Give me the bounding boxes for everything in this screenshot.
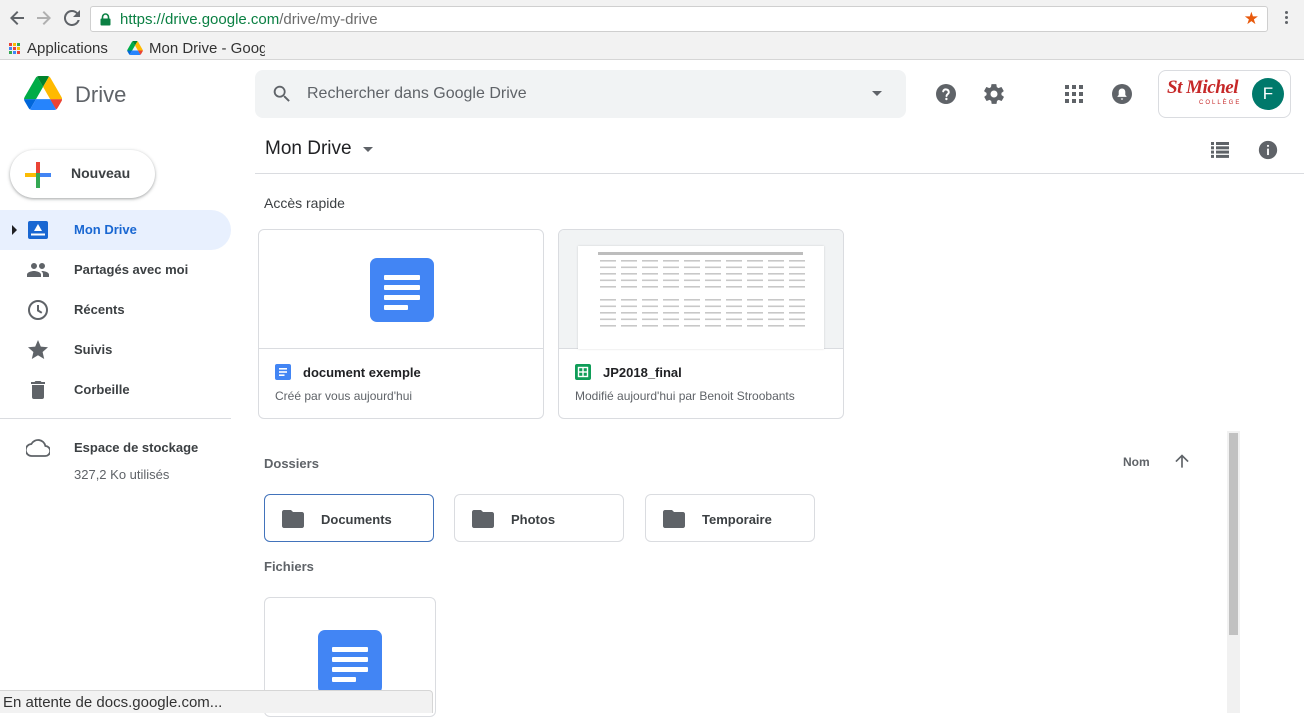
sidebar-item-label: Partagés avec moi xyxy=(74,262,189,277)
bookmark-star-icon[interactable]: ★ xyxy=(1244,10,1259,28)
sidebar-item-shared-with-me[interactable]: Partagés avec moi xyxy=(0,250,231,290)
help-icon[interactable] xyxy=(934,82,958,106)
apps-grid-icon xyxy=(9,42,20,54)
star-icon xyxy=(26,338,50,362)
sidebar-item-label: Corbeille xyxy=(74,382,130,397)
browser-status-bar: En attente de docs.google.com... xyxy=(0,690,433,713)
sidebar-item-recent[interactable]: Récents xyxy=(0,290,231,330)
bookmark-label: Mon Drive - Goog xyxy=(149,39,265,57)
storage-used: 327,2 Ko utilisés xyxy=(74,467,170,482)
new-button-label: Nouveau xyxy=(71,165,131,181)
drive-favicon-icon xyxy=(127,41,143,55)
sidebar-item-label: Mon Drive xyxy=(74,222,137,237)
scrollbar[interactable] xyxy=(1227,431,1240,713)
notifications-bell-icon[interactable] xyxy=(1110,82,1134,106)
browser-toolbar: https://drive.google.com/drive/my-drive … xyxy=(0,0,1304,36)
plus-icon xyxy=(25,162,51,193)
shared-people-icon xyxy=(26,258,50,282)
folder-item-documents[interactable]: Documents xyxy=(264,494,434,542)
sidebar-item-label: Récents xyxy=(74,302,125,317)
google-docs-large-icon xyxy=(370,258,434,322)
app-name[interactable]: Drive xyxy=(75,82,126,108)
info-icon[interactable] xyxy=(1256,138,1280,162)
url-host: https://drive.google.com xyxy=(120,11,280,28)
bookmark-label: Applications xyxy=(27,39,108,57)
lock-icon xyxy=(100,13,111,31)
folder-icon xyxy=(282,510,304,533)
folder-icon xyxy=(472,510,494,533)
folder-name: Temporaire xyxy=(702,512,772,527)
google-sheets-icon xyxy=(575,364,591,385)
organization-logo: St Michel xyxy=(1167,77,1238,98)
file-name: document exemple xyxy=(303,365,421,380)
folder-icon xyxy=(663,510,685,533)
url-path: /drive/my-drive xyxy=(279,11,378,28)
card-thumbnail xyxy=(559,230,843,349)
trash-icon xyxy=(26,378,50,402)
list-view-icon[interactable] xyxy=(1208,138,1232,162)
google-docs-large-icon xyxy=(318,630,382,694)
sort-by-name[interactable]: Nom xyxy=(1123,455,1150,469)
avatar[interactable]: F xyxy=(1252,78,1284,110)
section-label-quick-access: Accès rapide xyxy=(264,195,345,211)
folder-name: Documents xyxy=(321,512,392,527)
reload-icon[interactable] xyxy=(62,8,82,28)
organization-logo-subtitle: COLLÈGE xyxy=(1199,100,1242,106)
sidebar-item-my-drive[interactable]: Mon Drive xyxy=(0,210,231,250)
spreadsheet-preview-grid xyxy=(598,252,805,327)
sidebar-item-trash[interactable]: Corbeille xyxy=(0,370,231,410)
page-title-text: Mon Drive xyxy=(265,138,352,159)
folder-item-photos[interactable]: Photos xyxy=(454,494,624,542)
clock-icon xyxy=(26,298,50,322)
google-apps-grid-icon[interactable] xyxy=(1062,82,1086,106)
account-switcher[interactable]: St Michel COLLÈGE F xyxy=(1158,70,1291,118)
settings-gear-icon[interactable] xyxy=(982,82,1006,106)
card-thumbnail xyxy=(259,230,543,349)
back-arrow-icon[interactable] xyxy=(7,8,27,28)
expand-arrow-icon[interactable] xyxy=(12,225,17,235)
sidebar-item-starred[interactable]: Suivis xyxy=(0,330,231,370)
spreadsheet-preview xyxy=(578,246,824,349)
drive-logo-icon[interactable] xyxy=(24,76,63,115)
my-drive-icon xyxy=(26,218,50,242)
folder-item-temporaire[interactable]: Temporaire xyxy=(645,494,815,542)
new-button[interactable]: Nouveau xyxy=(10,150,155,198)
scrollbar-thumb[interactable] xyxy=(1229,433,1238,635)
cloud-icon xyxy=(24,436,52,465)
sort-ascending-arrow-icon[interactable] xyxy=(1172,451,1192,476)
quick-access-card[interactable]: document exemple Créé par vous aujourd'h… xyxy=(258,229,544,419)
search-bar xyxy=(255,70,906,118)
storage-title[interactable]: Espace de stockage xyxy=(74,440,198,455)
google-docs-icon xyxy=(275,364,291,385)
section-label-files: Fichiers xyxy=(264,559,314,574)
section-label-folders: Dossiers xyxy=(264,456,319,471)
bookmark-applications[interactable]: Applications xyxy=(9,38,119,58)
sidebar-item-label: Suivis xyxy=(74,342,113,357)
bookmark-mon-drive[interactable]: Mon Drive - Goog xyxy=(127,38,265,58)
forward-arrow-icon[interactable] xyxy=(34,8,54,28)
file-name: JP2018_final xyxy=(603,365,682,380)
bookmarks-bar: Applications Mon Drive - Goog xyxy=(0,36,1304,60)
file-description: Modifié aujourd'hui par Benoit Stroobant… xyxy=(575,389,795,403)
search-icon[interactable] xyxy=(271,83,293,110)
url-text: https://drive.google.com/drive/my-drive xyxy=(120,11,378,28)
chevron-down-icon xyxy=(362,146,373,152)
sidebar-divider xyxy=(0,418,231,419)
search-options-chevron-down-icon[interactable] xyxy=(872,91,882,96)
search-input[interactable] xyxy=(307,82,847,106)
page-title[interactable]: Mon Drive xyxy=(265,138,373,160)
header-divider xyxy=(255,173,1304,174)
file-description: Créé par vous aujourd'hui xyxy=(275,389,413,403)
address-bar[interactable]: https://drive.google.com/drive/my-drive … xyxy=(90,6,1268,32)
browser-menu-icon[interactable] xyxy=(1280,9,1292,29)
folder-name: Photos xyxy=(511,512,556,527)
quick-access-card[interactable]: JP2018_final Modifié aujourd'hui par Ben… xyxy=(558,229,844,419)
